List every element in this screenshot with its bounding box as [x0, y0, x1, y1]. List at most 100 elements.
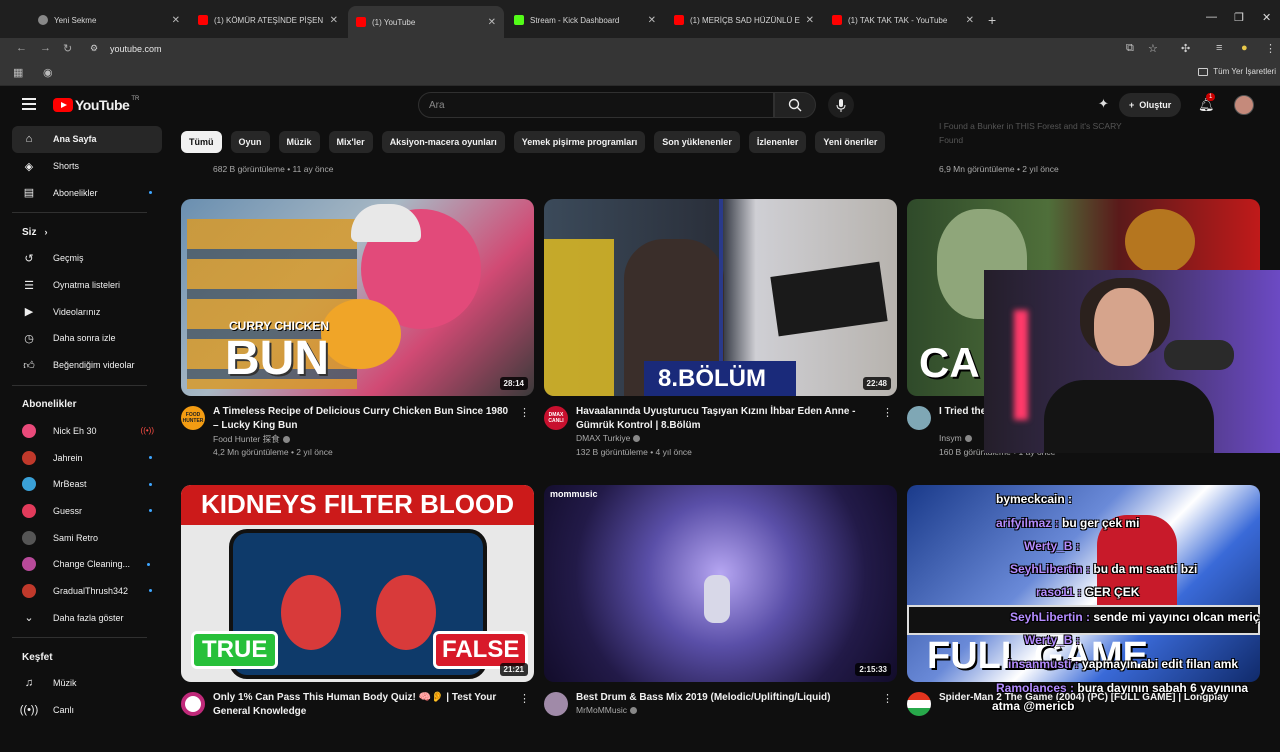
browser-tab[interactable]: Stream - Kick Dashboard ✕ [506, 8, 664, 32]
reload-icon[interactable]: ↻ [63, 42, 72, 55]
video-card[interactable]: mommusic 2:15:33 Best Drum & Bass Mix 20… [544, 485, 897, 752]
globe-icon[interactable]: ◉ [43, 66, 53, 79]
restore-icon[interactable]: ❐ [1234, 11, 1244, 24]
video-thumbnail[interactable]: KIDNEYS FILTER BLOOD TRUE FALSE 21:21 [181, 485, 534, 682]
create-button[interactable]: + Oluştur [1119, 93, 1182, 117]
profile-icon[interactable]: ● [1241, 42, 1248, 54]
close-window-icon[interactable]: ✕ [1262, 11, 1271, 24]
close-tab-icon[interactable]: ✕ [172, 15, 180, 26]
sidebar-item-home[interactable]: ⌂ Ana Sayfa [12, 126, 162, 153]
video-title[interactable]: Havaalanında Uyuşturucu Taşıyan Kızını İ… [576, 405, 876, 433]
close-tab-icon[interactable]: ✕ [648, 15, 656, 26]
chip-all[interactable]: Tümü [181, 131, 222, 153]
all-bookmarks-folder[interactable]: Tüm Yer İşaretleri [1198, 67, 1276, 76]
channel-avatar[interactable]: DMAX CANLI [544, 406, 568, 430]
sidebar-item-music[interactable]: ♫ Müzik [12, 670, 162, 697]
back-icon[interactable]: ← [16, 42, 27, 54]
account-avatar[interactable] [1234, 95, 1254, 115]
close-tab-icon[interactable]: ✕ [330, 15, 338, 26]
search-box[interactable] [418, 92, 774, 118]
sidebar-item-live[interactable]: ((•)) Canlı [12, 697, 162, 724]
search-button[interactable] [774, 92, 816, 118]
url-text[interactable]: youtube.com [110, 44, 162, 54]
new-tab-button[interactable]: + [988, 12, 996, 28]
sidebar-item-channel[interactable]: GradualThrush342 [12, 578, 162, 605]
youtube-logo[interactable]: YouTube TR [53, 96, 139, 113]
sidebar-item-shorts[interactable]: ◈ Shorts [12, 153, 162, 180]
channel-avatar[interactable] [907, 406, 931, 430]
more-options-icon[interactable]: ⋮ [882, 406, 893, 419]
channel-avatar[interactable]: FOOD HUNTER [181, 406, 205, 430]
channel-avatar[interactable] [907, 692, 931, 716]
show-more-button[interactable]: ⌄ Daha fazla göster [12, 604, 162, 631]
youtube-favicon-icon [198, 15, 208, 25]
sidebar-item-channel[interactable]: Guessr [12, 498, 162, 525]
chip[interactable]: Mix'ler [328, 131, 373, 153]
minimize-icon[interactable]: — [1206, 11, 1217, 23]
menu-icon[interactable]: ⋮ [1265, 42, 1276, 55]
voice-search-button[interactable] [828, 92, 854, 118]
video-title[interactable]: Only 1% Can Pass This Human Body Quiz! 🧠… [213, 691, 513, 719]
site-info-icon[interactable]: ⚙ [90, 43, 98, 54]
sidebar-item-watch-later[interactable]: ◷ Daha sonra izle [12, 325, 162, 352]
chip[interactable]: Yeni öneriler [815, 131, 886, 153]
video-card[interactable]: 8.BÖLÜM 22:48 DMAX CANLI Havaalanında Uy… [544, 199, 897, 466]
close-tab-icon[interactable]: ✕ [806, 15, 814, 26]
video-title[interactable]: A Timeless Recipe of Delicious Curry Chi… [213, 405, 513, 433]
more-options-icon[interactable]: ⋮ [519, 692, 530, 705]
video-thumbnail[interactable]: FULL GAME [907, 485, 1260, 682]
chip[interactable]: Oyun [230, 131, 270, 153]
close-tab-icon[interactable]: ✕ [488, 17, 496, 28]
sidebar-item-label: Guessr [53, 505, 83, 516]
omnibox[interactable]: ⚙ youtube.com [86, 39, 1176, 59]
channel-name[interactable]: MrMoMMusic [576, 705, 637, 715]
sidebar-section-you[interactable]: Siz › [12, 219, 162, 245]
browser-tab[interactable]: (1) MERİÇB SAD HÜZÜNLÜ EDİ ✕ [666, 8, 822, 32]
forward-icon[interactable]: → [40, 42, 51, 54]
channel-avatar[interactable] [544, 692, 568, 716]
browser-tab[interactable]: (1) KÖMÜR ATEŞİNDE PİŞEN DE ✕ [190, 8, 346, 32]
install-app-icon[interactable]: ⧉ [1126, 42, 1134, 55]
chip[interactable]: Aksiyon-macera oyunları [381, 131, 505, 153]
browser-tab[interactable]: (1) TAK TAK TAK - YouTube ✕ [824, 8, 982, 32]
chip[interactable]: Müzik [278, 131, 320, 153]
sidebar-item-subscriptions[interactable]: ▤ Abonelikler [12, 179, 162, 206]
channel-name[interactable]: Insym [939, 433, 972, 443]
chip[interactable]: Yemek pişirme programları [513, 131, 646, 153]
sidebar-item-channel[interactable]: Sami Retro [12, 524, 162, 551]
video-thumbnail[interactable]: CURRY CHICKEN BUN 28:14 [181, 199, 534, 396]
sidebar-item-channel[interactable]: Change Cleaning... [12, 551, 162, 578]
close-tab-icon[interactable]: ✕ [966, 15, 974, 26]
bookmark-star-icon[interactable]: ☆ [1148, 42, 1158, 55]
sidebar-item-liked[interactable]: 👍︎ Beğendiğim videolar [12, 352, 162, 379]
apps-grid-icon[interactable]: ▦ [13, 66, 23, 79]
more-options-icon[interactable]: ⋮ [882, 692, 893, 705]
more-options-icon[interactable]: ⋮ [519, 406, 530, 419]
video-title[interactable]: Best Drum & Bass Mix 2019 (Melodic/Uplif… [576, 691, 876, 705]
chip[interactable]: Son yüklenenler [654, 131, 740, 153]
sidebar-item-channel[interactable]: Nick Eh 30 ((•)) [12, 418, 162, 445]
search-input[interactable] [429, 100, 759, 111]
browser-tab-active[interactable]: (1) YouTube ✕ [348, 6, 504, 38]
notifications-button[interactable]: 🔔︎ 1 [1198, 93, 1216, 113]
sidebar-item-channel[interactable]: MrBeast [12, 471, 162, 498]
cast-icon[interactable]: ✦ [1098, 96, 1109, 112]
video-thumbnail[interactable]: 8.BÖLÜM 22:48 [544, 199, 897, 396]
sidebar-item-channel[interactable]: Jahrein [12, 444, 162, 471]
channel-name[interactable]: DMAX Turkiye [576, 433, 641, 443]
chip[interactable]: İzlenenler [748, 131, 807, 153]
video-title[interactable]: I Tried the ... Phasmop... [939, 405, 989, 419]
hamburger-menu-icon[interactable] [22, 98, 36, 113]
sidebar-item-history[interactable]: ↺ Geçmiş [12, 245, 162, 272]
video-card[interactable]: KIDNEYS FILTER BLOOD TRUE FALSE 21:21 On… [181, 485, 534, 752]
channel-name[interactable]: Food Hunter 探食 [213, 433, 290, 445]
extensions-icon[interactable]: ✣ [1181, 42, 1190, 55]
channel-avatar[interactable] [181, 692, 205, 716]
browser-tab[interactable]: Yeni Sekme ✕ [30, 8, 188, 32]
media-icon[interactable]: ≡ [1216, 42, 1222, 54]
shorts-icon: ◈ [24, 160, 34, 173]
sidebar-item-your-videos[interactable]: ▶ Videolarınız [12, 298, 162, 325]
video-card[interactable]: CURRY CHICKEN BUN 28:14 FOOD HUNTER A Ti… [181, 199, 534, 466]
sidebar-item-playlists[interactable]: ☰ Oynatma listeleri [12, 272, 162, 299]
video-thumbnail[interactable]: mommusic 2:15:33 [544, 485, 897, 682]
